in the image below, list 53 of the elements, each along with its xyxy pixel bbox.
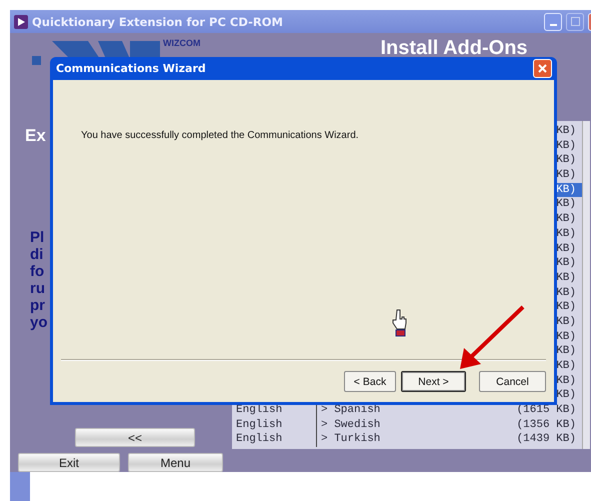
wizard-button[interactable]: Next >	[401, 371, 466, 392]
file-size[interactable]: KB)	[554, 212, 582, 227]
file-size[interactable]: KB)	[554, 270, 582, 286]
file-size[interactable]: (1439 KB)	[514, 432, 582, 448]
brand-label: WIZCOM	[163, 38, 200, 48]
instruction-text: di	[30, 246, 44, 263]
file-size[interactable]: (1615 KB)	[514, 403, 582, 418]
side-strip	[10, 472, 30, 501]
close-icon	[538, 64, 547, 73]
source-language: English	[235, 432, 284, 448]
file-size[interactable]: KB)	[554, 330, 582, 344]
minimize-icon	[550, 24, 556, 26]
file-size[interactable]: KB)	[554, 286, 582, 300]
file-size[interactable]: KB)	[554, 314, 582, 330]
dialog-title: Communications Wizard	[56, 62, 206, 75]
app-icon	[14, 14, 28, 28]
file-size[interactable]: KB)	[554, 138, 582, 154]
file-size[interactable]: KB)	[554, 374, 582, 388]
completion-message: You have successfully completed the Communications Wizard.	[81, 130, 359, 141]
file-size[interactable]: KB)	[554, 124, 582, 139]
file-size[interactable]: (1356 KB)	[514, 418, 582, 432]
file-size[interactable]: KB)	[554, 344, 582, 360]
target-language: > Turkish	[316, 432, 498, 448]
file-size[interactable]: KB)	[554, 359, 582, 374]
page-title: Install Add-Ons	[380, 37, 528, 60]
window-title: Quicktionary Extension for PC CD-ROM	[32, 14, 284, 28]
wizard-button[interactable]: < Back	[344, 371, 396, 392]
file-size[interactable]: KB)	[554, 300, 582, 315]
wizard-button[interactable]: Cancel	[479, 371, 546, 392]
arrow-icon	[457, 304, 527, 372]
maximize-icon	[570, 17, 580, 26]
instruction-text: Pl	[30, 229, 44, 246]
file-size[interactable]: KB)	[554, 256, 582, 271]
source-language: English	[235, 418, 284, 432]
menu-button[interactable]: Menu	[128, 453, 223, 472]
hand-cursor-icon	[391, 309, 409, 337]
instruction-text: ru	[30, 280, 45, 297]
file-size[interactable]: KB)	[554, 242, 582, 256]
minimize-button[interactable]	[544, 12, 562, 30]
instruction-text: pr	[30, 297, 45, 314]
target-language: > Swedish	[316, 418, 498, 432]
instruction-text: yo	[30, 314, 48, 331]
file-size[interactable]: KB)	[554, 153, 582, 168]
file-size[interactable]: KB)	[554, 197, 582, 212]
exit-button[interactable]: Exit	[18, 453, 120, 472]
section-heading: Ex	[25, 126, 46, 146]
maximize-button[interactable]	[566, 12, 584, 30]
instruction-text: fo	[30, 263, 44, 280]
source-language: English	[235, 403, 284, 418]
file-size[interactable]: KB)	[554, 168, 582, 183]
previous-button[interactable]: <<	[75, 428, 195, 447]
file-size[interactable]: KB)	[554, 226, 582, 242]
file-size[interactable]: KB)	[554, 388, 582, 404]
